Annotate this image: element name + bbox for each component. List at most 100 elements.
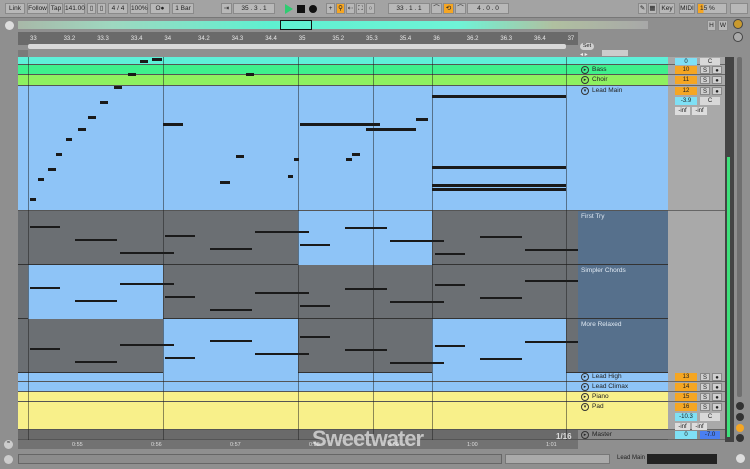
stop-button[interactable] — [297, 5, 305, 13]
fold-down-icon[interactable]: ▾ — [581, 87, 589, 95]
solo-button[interactable]: S — [700, 87, 710, 95]
song-position-field[interactable]: 35 . 3 . 1 — [233, 3, 275, 14]
midi-note[interactable] — [38, 178, 44, 181]
midi-note[interactable] — [128, 73, 136, 76]
arm-button[interactable]: ● — [712, 383, 722, 391]
solo-button[interactable]: S — [700, 373, 710, 381]
arm-button[interactable]: ● — [712, 373, 722, 381]
midi-note[interactable] — [100, 101, 108, 104]
set-locator-button[interactable]: Set — [580, 43, 594, 50]
midi-note[interactable] — [346, 158, 352, 161]
pan-field[interactable]: C — [700, 97, 720, 105]
solo-button[interactable]: S — [700, 66, 710, 74]
track-activator-button[interactable]: 12 — [675, 87, 697, 95]
arm-button[interactable]: ● — [712, 403, 722, 411]
tempo-field[interactable]: 141.00 — [64, 3, 85, 14]
track-header-bass[interactable]: ▸ Bass — [578, 65, 668, 75]
solo-button[interactable]: S — [700, 76, 710, 84]
midi-note[interactable] — [432, 166, 566, 169]
computer-keyboard-icon[interactable]: ▦ — [648, 3, 657, 14]
fold-right-icon[interactable]: ▸ — [581, 373, 589, 381]
track-activator-button[interactable]: 14 — [675, 383, 697, 391]
draw-mode-icon[interactable]: ✎ — [638, 3, 647, 14]
arm-button[interactable]: ● — [712, 393, 722, 401]
overview-toggle-icon[interactable] — [5, 21, 14, 30]
track-activator-button[interactable]: 13 — [675, 373, 697, 381]
take-lane-header[interactable]: More Relaxed — [578, 319, 668, 373]
midi-note[interactable] — [236, 155, 244, 158]
midi-note[interactable] — [416, 118, 428, 121]
loop-brace[interactable] — [28, 44, 566, 49]
overview-viewport[interactable] — [280, 20, 312, 30]
arm-button[interactable]: ● — [712, 66, 722, 74]
zoom-field[interactable]: 100% — [130, 3, 148, 14]
midi-note[interactable] — [88, 116, 96, 119]
midi-note[interactable] — [300, 123, 380, 126]
track-header-lead-main[interactable]: ▾ Lead Main — [578, 86, 668, 211]
midi-note[interactable] — [432, 184, 566, 187]
fold-right-icon[interactable]: ▸ — [581, 431, 589, 439]
solo-button[interactable]: S — [700, 393, 710, 401]
clip-view-icon[interactable] — [733, 19, 743, 29]
fold-right-icon[interactable]: ▸ — [581, 76, 589, 84]
record-button[interactable] — [309, 5, 317, 13]
midi-note[interactable] — [30, 198, 36, 201]
take-lane-header[interactable]: First Try — [578, 211, 668, 265]
session-record-icon[interactable]: ○ — [366, 3, 375, 14]
track-activator-button[interactable]: 15 — [675, 393, 697, 401]
track-header-choir[interactable]: ▸ Choir — [578, 75, 668, 86]
midi-note[interactable] — [432, 188, 566, 191]
arm-button[interactable]: ● — [712, 76, 722, 84]
time-signature-field[interactable]: 4 / 4 — [108, 3, 128, 14]
width-button[interactable]: W — [718, 20, 728, 31]
metronome-button[interactable]: O● — [150, 3, 170, 14]
nudge-up-icon[interactable]: ▯ — [97, 3, 106, 14]
track-activator-button[interactable]: 16 — [675, 403, 697, 411]
midi-note[interactable] — [163, 123, 183, 126]
automation-arm-icon[interactable]: ⚲ — [336, 3, 345, 14]
loop-start-field[interactable]: 33 . 1 . 1 — [388, 3, 430, 14]
midi-note[interactable] — [56, 153, 62, 156]
key-map-button[interactable]: Key — [659, 3, 675, 14]
track-header-piano[interactable]: ▸ Piano — [578, 392, 668, 402]
solo-switch-icon[interactable] — [736, 413, 744, 421]
arrangement-position-icon[interactable]: ⇥ — [221, 3, 232, 14]
midi-note[interactable] — [352, 153, 360, 156]
play-button[interactable] — [285, 4, 293, 14]
solo-button[interactable]: S — [700, 383, 710, 391]
punch-out-icon[interactable]: ⌒ — [455, 3, 466, 14]
arrangement-overview[interactable] — [18, 20, 648, 30]
midi-note[interactable] — [246, 73, 254, 76]
active-take-region[interactable] — [28, 265, 163, 319]
track-header-pad[interactable]: ▾ Pad — [578, 402, 668, 430]
scrollbar[interactable] — [737, 57, 742, 397]
overdub-icon[interactable]: + — [326, 3, 335, 14]
link-button[interactable]: Link — [5, 3, 25, 14]
midi-note[interactable] — [48, 168, 56, 171]
track-view-buttons[interactable] — [602, 50, 628, 56]
nudge-down-icon[interactable]: ▯ — [87, 3, 96, 14]
take-lane-header[interactable]: Simpler Chords — [578, 265, 668, 319]
track-header-top[interactable] — [578, 57, 668, 65]
back-to-arrangement-icon[interactable]: ⇠ — [346, 3, 355, 14]
volume-field[interactable]: 0 — [675, 431, 697, 439]
solo-button[interactable]: S — [700, 403, 710, 411]
tap-button[interactable]: Tap — [49, 3, 63, 14]
volume-field[interactable]: -3.9 — [675, 97, 697, 105]
midi-note[interactable] — [78, 128, 86, 131]
midi-note[interactable] — [66, 138, 72, 141]
fold-right-icon[interactable]: ▸ — [581, 383, 589, 391]
active-take-region[interactable] — [163, 319, 298, 373]
fold-right-icon[interactable]: ▸ — [581, 66, 589, 74]
track-header-master[interactable]: ▸ Master — [578, 430, 668, 440]
io-view-icon[interactable] — [733, 32, 743, 42]
follow-button[interactable]: Follow — [27, 3, 48, 14]
volume-field[interactable]: -10.3 — [675, 413, 697, 421]
detail-view-toggle-icon[interactable] — [736, 454, 745, 463]
fold-right-icon[interactable]: ▸ — [581, 393, 589, 401]
track-activator-button[interactable]: 10 — [675, 66, 697, 74]
midi-note[interactable] — [152, 58, 162, 61]
status-bar-play-icon[interactable] — [4, 455, 13, 464]
midi-note[interactable] — [114, 86, 122, 89]
sends-toggle-icon[interactable] — [736, 424, 744, 432]
